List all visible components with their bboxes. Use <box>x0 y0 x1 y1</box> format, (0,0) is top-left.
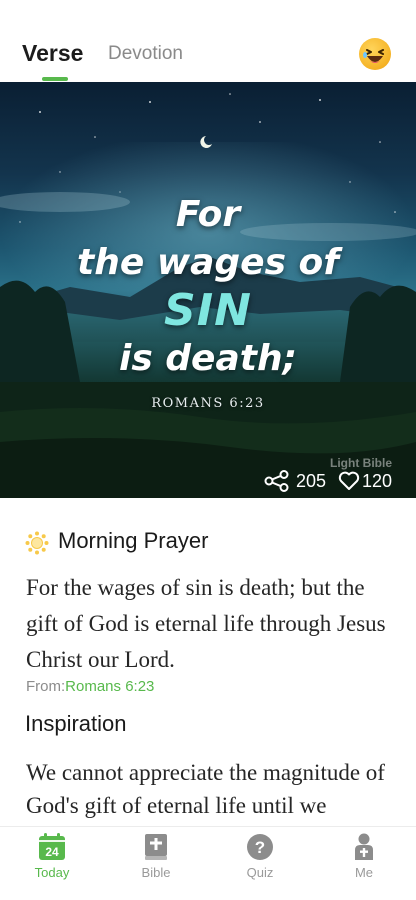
heart-icon[interactable] <box>338 471 360 491</box>
question-icon: ? <box>247 834 273 860</box>
profile-icon <box>355 833 373 860</box>
verse-image-card[interactable]: For the wages of SIN is death; ROMANS 6:… <box>0 82 416 498</box>
nav-label: Me <box>354 865 374 880</box>
calendar-icon: 24 <box>39 833 65 860</box>
nav-label: Today <box>34 865 70 880</box>
verse-line: For <box>175 194 241 235</box>
top-header: Verse Devotion <box>0 0 416 82</box>
verse-line: is death; <box>118 338 297 379</box>
like-count: 120 <box>362 471 393 491</box>
nav-me[interactable]: Me <box>312 827 416 900</box>
share-icon[interactable] <box>264 470 290 492</box>
sun-icon <box>25 531 49 555</box>
inspiration-text: We cannot appreciate the magnitude of Go… <box>26 760 385 818</box>
verse-line: the wages of <box>77 242 339 283</box>
bottom-navigation: 24 Today Bible ? Quiz Me <box>0 826 416 900</box>
laughing-face-icon[interactable] <box>359 38 391 70</box>
tab-verse[interactable]: Verse <box>22 40 83 67</box>
nav-label: Quiz <box>246 865 274 880</box>
bible-icon <box>145 834 167 860</box>
nav-bible[interactable]: Bible <box>104 827 208 900</box>
verse-reference: ROMANS 6:23 <box>151 396 265 411</box>
calendar-date: 24 <box>45 845 59 859</box>
active-tab-indicator <box>42 77 68 81</box>
nav-quiz[interactable]: ? Quiz <box>208 827 312 900</box>
from-label: From: <box>26 678 66 695</box>
share-count: 205 <box>296 471 327 491</box>
watermark: Light Bible <box>330 456 392 470</box>
nav-today[interactable]: 24 Today <box>0 827 104 900</box>
prayer-text: For the wages of sin is death; but the g… <box>26 575 386 672</box>
verse-source: From:Romans 6:23 <box>26 678 154 695</box>
verse-line-highlight: SIN <box>164 285 252 336</box>
section-title-morning-prayer: Morning Prayer <box>58 528 209 553</box>
nav-label: Bible <box>141 865 171 880</box>
tab-devotion[interactable]: Devotion <box>108 43 183 65</box>
svg-text:?: ? <box>255 838 265 857</box>
section-title-inspiration: Inspiration <box>25 711 127 736</box>
source-reference-link[interactable]: Romans 6:23 <box>65 678 154 695</box>
